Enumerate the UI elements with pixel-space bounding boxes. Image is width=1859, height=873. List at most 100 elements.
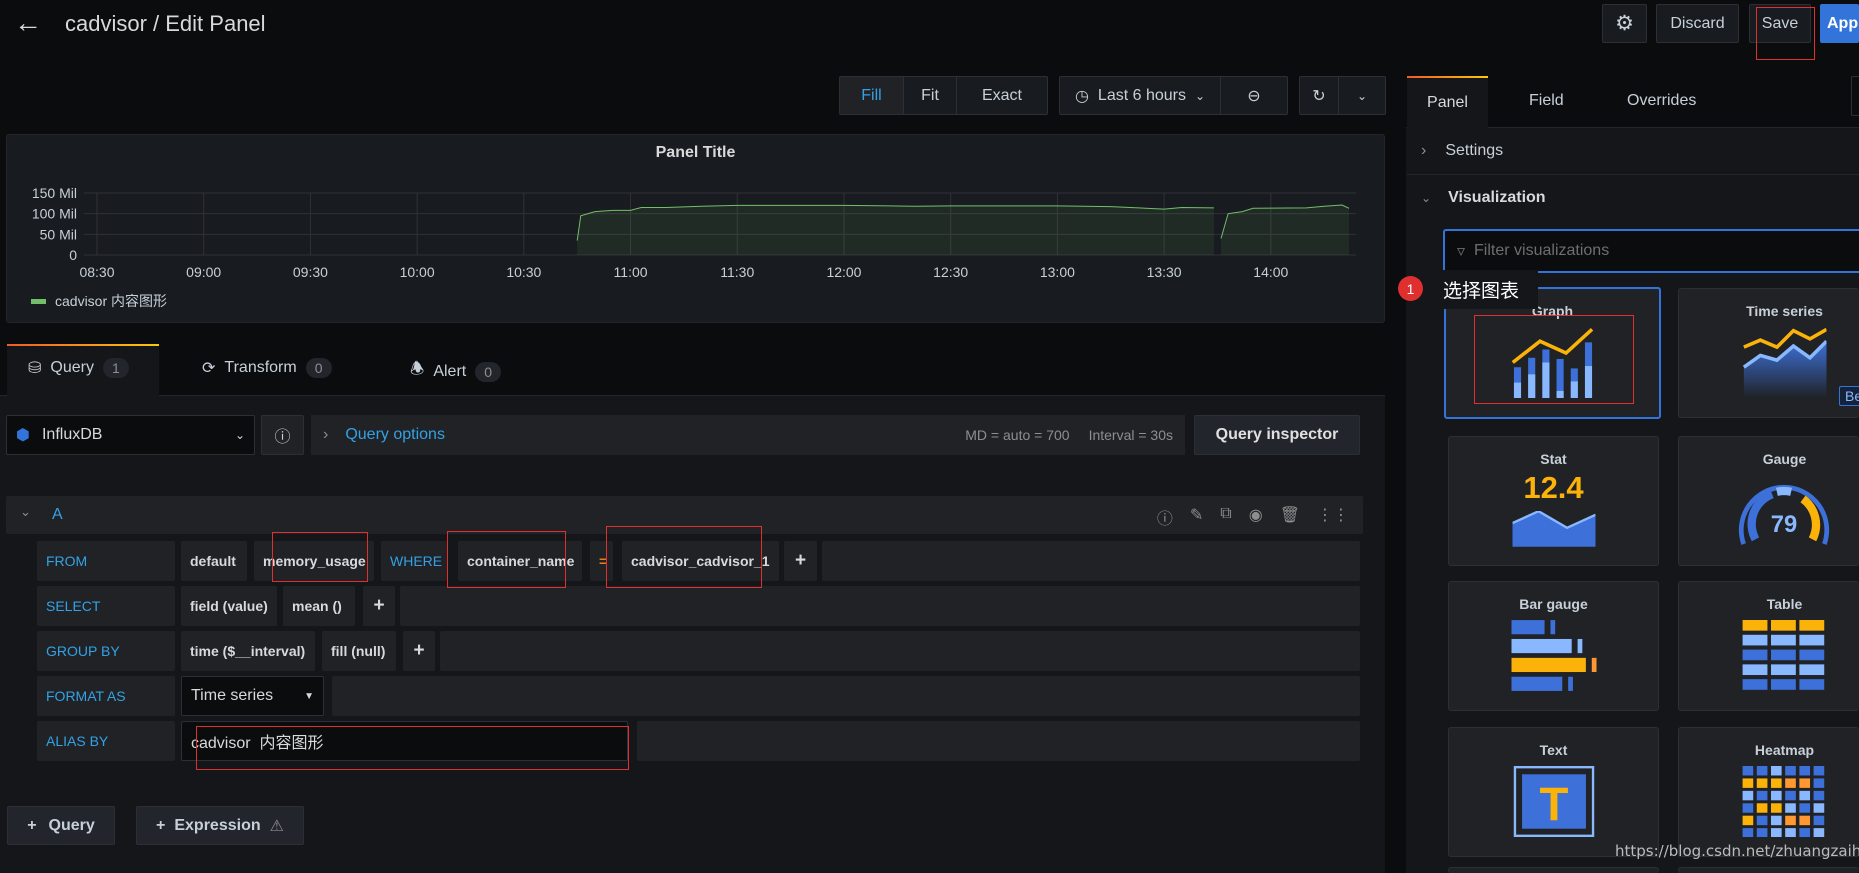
add-group-button[interactable]: + — [403, 631, 435, 671]
heatmap-icon-cell — [1742, 790, 1754, 801]
viz-card-next[interactable] — [1678, 867, 1859, 873]
viz-card-bar-gauge[interactable]: Bar gauge — [1448, 581, 1659, 711]
stat-icon — [1512, 511, 1595, 547]
where-operator-segment[interactable]: = — [590, 541, 613, 581]
copy-icon[interactable]: ⧉ — [1220, 505, 1231, 529]
y-tick-label: 100 Mil — [32, 206, 77, 222]
tab-overrides[interactable]: Overrides — [1627, 92, 1696, 110]
pencil-icon[interactable]: ✎ — [1190, 505, 1203, 529]
viz-card-next[interactable] — [1448, 867, 1659, 873]
query-ref-id[interactable]: A — [52, 506, 63, 524]
tab-transform[interactable]: ⟳ Transform 0 — [202, 358, 332, 378]
heatmap-icon-cell — [1770, 815, 1782, 826]
table-icon-cell — [1770, 679, 1796, 690]
x-tick-label: 13:30 — [1147, 264, 1182, 280]
viz-card-text[interactable]: Text T — [1448, 727, 1659, 857]
heatmap-icon-cell — [1799, 828, 1811, 837]
exact-button[interactable]: Exact — [957, 77, 1047, 114]
x-tick-label: 14:00 — [1253, 264, 1288, 280]
refresh-group: ↻ ⌄ — [1299, 76, 1386, 115]
fit-button[interactable]: Fit — [904, 77, 957, 114]
aggregation-segment[interactable]: mean () — [283, 586, 355, 626]
series-area — [1221, 204, 1350, 255]
visualization-section[interactable]: ⌄ Visualization — [1407, 175, 1859, 220]
back-arrow-icon[interactable]: ← — [14, 7, 42, 39]
fill-button[interactable]: Fill — [840, 77, 904, 114]
add-query-button[interactable]: + Query — [7, 806, 115, 845]
viz-card-stat[interactable]: Stat 12.4 — [1448, 436, 1659, 566]
eye-icon[interactable]: ◉ — [1249, 505, 1263, 529]
viz-card-time-series[interactable]: Time series Beta — [1678, 288, 1859, 418]
tab-label: Transform — [224, 359, 297, 376]
group-time-segment[interactable]: time ($__interval) — [181, 631, 315, 671]
datasource-help-button[interactable]: ⓘ — [261, 415, 304, 455]
retention-policy-segment[interactable]: default — [181, 541, 247, 581]
add-select-button[interactable]: + — [363, 586, 395, 626]
measurement-segment[interactable]: memory_usage — [254, 541, 374, 581]
table-icon-cell — [1742, 649, 1768, 661]
interval-value: Interval = 30s — [1088, 427, 1173, 443]
help-icon[interactable]: ⓘ — [1157, 505, 1173, 529]
heatmap-icon-cell — [1799, 790, 1811, 801]
discard-button[interactable]: Discard — [1656, 4, 1739, 43]
alias-input[interactable]: cadvisor 内容图形 — [181, 721, 628, 761]
x-tick-label: 10:00 — [400, 264, 435, 280]
settings-section[interactable]: › Settings — [1407, 128, 1859, 175]
refresh-button[interactable]: ↻ — [1300, 77, 1339, 114]
group-fill-segment[interactable]: fill (null) — [322, 631, 396, 671]
tab-query[interactable]: ⛁ Query 1 — [28, 358, 129, 378]
viz-card-table[interactable]: Table — [1678, 581, 1859, 711]
settings-button[interactable]: ⚙ — [1602, 4, 1647, 43]
viz-card-gauge[interactable]: Gauge 79 — [1678, 436, 1859, 566]
database-icon: ⛁ — [28, 360, 42, 377]
tab-label: Query — [50, 359, 94, 376]
collapse-chevron-icon[interactable]: ⌄ — [20, 504, 31, 520]
time-range-button[interactable]: ◷ Last 6 hours ⌄ — [1060, 77, 1221, 114]
tab-panel[interactable]: Panel — [1407, 76, 1488, 128]
chevron-down-icon: ⌄ — [234, 428, 245, 442]
graph-chart[interactable]: 150 Mil 100 Mil 50 Mil 008:30 09:00 09:30 10:0… — [7, 135, 1386, 324]
heatmap-icon-cell — [1813, 803, 1825, 813]
table-icon-cell — [1770, 649, 1796, 661]
gauge-icon-value: 79 — [1771, 511, 1797, 538]
format-value: Time series — [191, 687, 274, 704]
trash-icon[interactable]: 🗑 — [1280, 505, 1300, 529]
heatmap-icon-cell — [1756, 815, 1768, 826]
x-tick-label: 09:30 — [293, 264, 328, 280]
text-icon: T — [1513, 766, 1594, 837]
filter-icon: ▿ — [1457, 243, 1466, 260]
query-options-bar[interactable]: › Query options MD = auto = 700 Interval… — [311, 415, 1185, 455]
apply-button[interactable]: Apply — [1820, 4, 1859, 43]
add-expression-button[interactable]: + Expression ⚠ — [136, 806, 304, 845]
add-expression-label: Expression — [174, 816, 261, 834]
tab-field[interactable]: Field — [1529, 92, 1564, 110]
visualization-label: Visualization — [1448, 188, 1546, 206]
viz-card-heatmap[interactable]: Heatmap — [1678, 727, 1859, 857]
format-select[interactable]: Time series ▼ — [181, 676, 324, 716]
row-filler — [332, 676, 1360, 716]
legend-item[interactable]: cadvisor 内容图形 — [31, 291, 167, 311]
table-icon-cell — [1742, 679, 1768, 690]
zoom-out-button[interactable]: ⊖ — [1221, 77, 1287, 114]
search-options-button[interactable] — [1851, 76, 1859, 116]
datasource-name: InfluxDB — [41, 426, 103, 443]
tab-alert[interactable]: 🕭 Alert 0 — [410, 358, 502, 385]
transform-icon: ⟳ — [202, 360, 216, 377]
drag-handle-icon[interactable]: ⋮⋮ — [1317, 505, 1349, 529]
refresh-interval-dropdown[interactable]: ⌄ — [1339, 77, 1385, 114]
row-filler — [822, 541, 1360, 581]
text-icon-letter: T — [1539, 778, 1568, 831]
table-icon-cell — [1742, 664, 1768, 676]
where-value-segment[interactable]: cadvisor_cadvisor_1 — [622, 541, 779, 581]
filter-visualizations-input[interactable]: ▿ Filter visualizations — [1443, 229, 1859, 273]
where-key-segment[interactable]: container_name — [458, 541, 582, 581]
series-area — [577, 205, 1214, 255]
add-where-button[interactable]: + — [784, 541, 817, 581]
field-segment[interactable]: field (value) — [181, 586, 277, 626]
group-by-label: GROUP BY — [37, 631, 175, 671]
query-options-label: Query options — [345, 426, 445, 443]
heatmap-icon-cell — [1799, 778, 1811, 788]
datasource-picker[interactable]: ⬢ InfluxDB ⌄ — [6, 415, 255, 455]
query-inspector-button[interactable]: Query inspector — [1194, 415, 1360, 455]
save-button[interactable]: Save — [1749, 4, 1811, 43]
